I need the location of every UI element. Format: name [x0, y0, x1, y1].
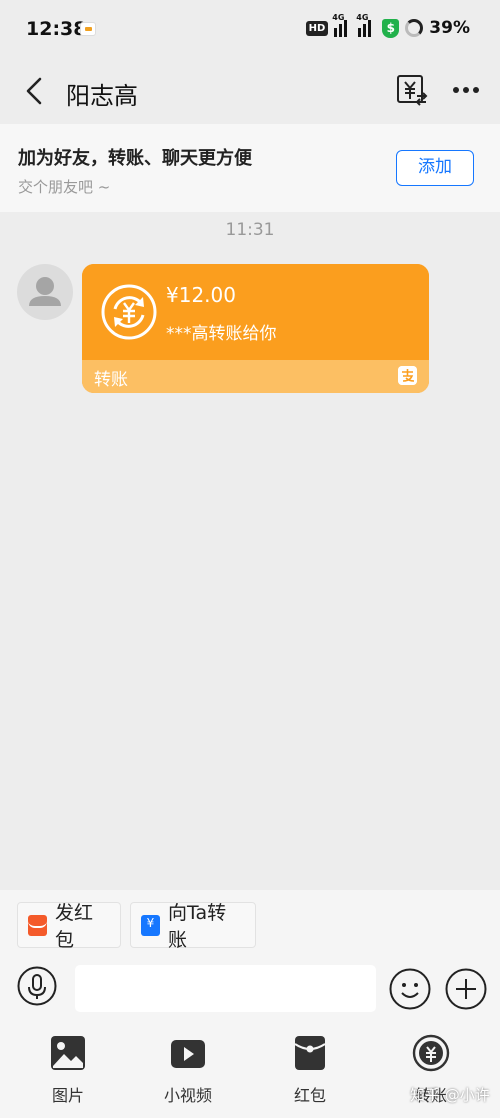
default-user-icon — [29, 277, 61, 306]
transfer-card-body: ¥12.00 ***高转账给你 — [82, 264, 429, 360]
banner-title: 加为好友，转账、聊天更方便 — [18, 148, 252, 169]
battery-icon — [405, 19, 424, 37]
transfer-to-ta-label: 向Ta转账 — [168, 902, 227, 951]
transfer-record-icon[interactable] — [396, 74, 428, 106]
message-input[interactable] — [75, 965, 376, 1012]
red-packet-icon — [28, 914, 47, 936]
toolbar-red-packet-label: 红包 — [293, 1086, 326, 1105]
send-red-packet-button[interactable]: 发红包 — [17, 902, 121, 951]
chat-header: 阳志高 — [0, 60, 500, 124]
toolbar-video[interactable]: 小视频 — [143, 1034, 233, 1106]
transfer-coin-icon — [101, 284, 157, 340]
hd-badge: HD — [305, 20, 329, 36]
transfer-icon — [141, 914, 160, 936]
status-bar: 12:38 HD 4G 4G $ 39% — [0, 0, 500, 60]
signal-icon: 4G — [356, 13, 376, 37]
status-indicators: HD 4G 4G $ 39% — [305, 13, 470, 38]
status-time: 12:38 — [26, 18, 87, 40]
transfer-type-label: 转账 — [94, 370, 128, 390]
voice-input-icon[interactable] — [17, 966, 57, 1006]
back-arrow-icon[interactable] — [22, 76, 50, 106]
transfer-amount: ¥12.00 — [166, 283, 236, 307]
toolbar-red-packet[interactable]: 红包 — [265, 1034, 355, 1106]
avatar[interactable] — [17, 264, 73, 320]
transfer-note: ***高转账给你 — [166, 324, 277, 344]
transfer-card-footer: 转账 — [82, 360, 429, 393]
watermark: 知乎 @小许 — [410, 1086, 490, 1104]
toolbar-image-label: 图片 — [51, 1086, 84, 1105]
contact-name: 阳志高 — [66, 82, 138, 110]
send-red-packet-label: 发红包 — [55, 902, 94, 951]
banner-subtitle: 交个朋友吧 ~ — [18, 178, 111, 196]
emoji-icon[interactable] — [389, 968, 431, 1010]
red-packet-icon — [294, 1036, 326, 1070]
signal-icon: 4G — [332, 13, 352, 37]
battery-percent: 39% — [429, 18, 470, 38]
transfer-coin-icon — [412, 1034, 450, 1072]
toolbar-video-label: 小视频 — [163, 1086, 212, 1105]
add-friend-banner: 加为好友，转账、聊天更方便 交个朋友吧 ~ 添加 — [0, 124, 500, 212]
plus-icon[interactable] — [445, 968, 487, 1010]
more-options-icon[interactable] — [452, 86, 480, 94]
transfer-message-card[interactable]: ¥12.00 ***高转账给你 转账 — [82, 264, 429, 393]
image-icon — [51, 1036, 85, 1070]
transfer-to-ta-button[interactable]: 向Ta转账 — [130, 902, 256, 951]
video-icon — [171, 1040, 205, 1068]
app-notification-icon — [80, 22, 96, 36]
message-timestamp: 11:31 — [225, 220, 275, 240]
security-shield-icon: $ — [382, 18, 400, 38]
toolbar-image[interactable]: 图片 — [23, 1034, 113, 1106]
add-friend-button[interactable]: 添加 — [396, 150, 474, 186]
alipay-icon — [398, 366, 417, 385]
